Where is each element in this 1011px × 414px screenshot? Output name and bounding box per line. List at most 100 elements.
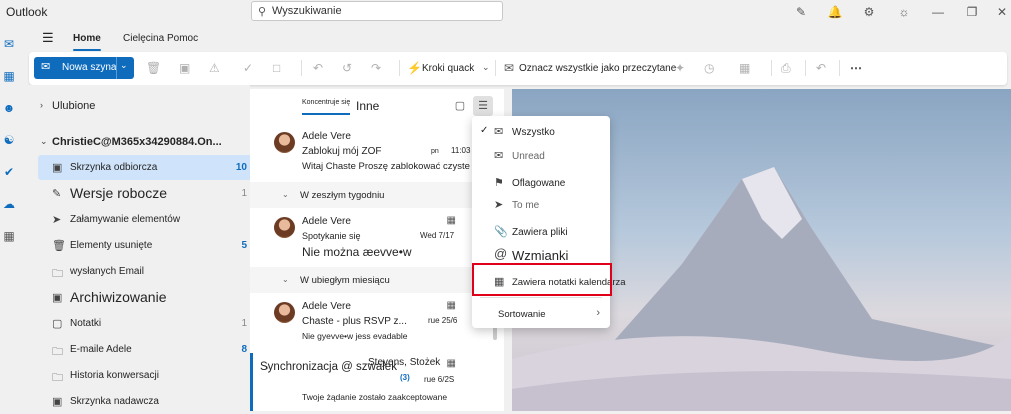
rules-icon[interactable]: ▦	[739, 61, 750, 75]
message-item[interactable]: ▦ Adele Vere Chaste - plus RSVP z... rue…	[250, 295, 494, 351]
mail-app-icon[interactable]: ✉	[1, 36, 17, 52]
favorites-section[interactable]: › Ulubione	[18, 93, 233, 118]
message-item-selected[interactable]: › Stevens, Stożek Synchronizacja @ szwał…	[250, 353, 494, 409]
favorites-label: Ulubione	[52, 100, 96, 112]
search-icon: ⚲	[258, 6, 267, 18]
ribbon-separator	[495, 60, 496, 76]
folder-count: 1	[241, 318, 247, 329]
menu-divider	[480, 297, 602, 298]
folder-archive[interactable]: ▣ Archiwizowanie	[38, 285, 253, 310]
filter-all[interactable]: ✓ ✉ Wszystko	[472, 120, 610, 144]
filter-icon[interactable]: ☰	[473, 96, 493, 116]
select-icon[interactable]: ▢	[450, 96, 470, 116]
chevron-down-icon[interactable]: ⌄	[482, 62, 490, 73]
new-mail-button[interactable]: ✉ Nowa szyna ⌄	[34, 57, 134, 79]
group-header[interactable]: ⌄ W ubiegłym miesiącu	[250, 267, 494, 293]
sweep-icon[interactable]: ✓	[243, 61, 253, 75]
message-sender: Synchronizacja @ szwałek	[260, 361, 397, 373]
calendar-app-icon[interactable]: ▦	[1, 68, 17, 84]
quick-steps-button[interactable]: Kroki quack	[422, 63, 474, 74]
chevron-down-icon[interactable]: ⌄	[120, 60, 128, 71]
send-icon: ➤	[494, 199, 504, 211]
folder-label: wysłanych Email	[70, 266, 144, 277]
undo-icon[interactable]: ↶	[816, 61, 826, 75]
todo-app-icon[interactable]: ✔	[1, 164, 17, 180]
message-preview: Nie można æevve•w	[302, 245, 412, 259]
folder-drafts[interactable]: ✎ Wersje robocze 1	[38, 181, 253, 206]
mark-all-read-button[interactable]: Oznacz wszystkie jako przeczytane	[519, 63, 676, 74]
delete-icon[interactable]: 🗑	[146, 61, 161, 75]
message-item[interactable]: Adele Vere Zablokuj mój ZOF pn 11:03 PM …	[250, 125, 494, 181]
group-header[interactable]: ⌄ W zeszłym tygodniu	[250, 182, 494, 208]
message-subject: Chaste - plus RSVP z...	[302, 316, 407, 327]
thread-count: (3)	[400, 373, 410, 382]
ribbon-toolbar: ✉ Nowa szyna ⌄ 🗑 ▣ ⚠ ✓ □ ↶ ↺ ↷ ⚡ Kroki q…	[29, 52, 1007, 85]
pin-icon[interactable]: ✦	[675, 61, 685, 75]
tab-home[interactable]: Home	[73, 33, 101, 44]
account-label: ChristieC@M365x34290884.On...	[52, 136, 222, 148]
message-item[interactable]: ▦ Adele Vere Spotykanie się Wed 7/17 Nie…	[250, 210, 494, 266]
archive-icon: ▣	[52, 292, 63, 304]
lightning-icon[interactable]: ⚡	[407, 61, 422, 75]
chevron-down-icon: ⌄	[40, 136, 48, 146]
folder-conversation-history[interactable]: 🗀 Historia konwersacji	[38, 363, 253, 388]
menu-item-label: Oflagowane	[512, 178, 566, 189]
filter-unread[interactable]: ✉ Unread	[472, 144, 610, 168]
folder-adele[interactable]: 🗀 E-maile Adele 8	[38, 337, 253, 362]
close-icon[interactable]: ✕	[993, 3, 1011, 21]
menu-item-label: Wszystko	[512, 127, 555, 138]
tab-view[interactable]: Cielęcina	[123, 33, 164, 44]
paperclip-icon: 📎	[494, 226, 508, 238]
filter-flagged[interactable]: ⚑ Oflagowane	[472, 171, 610, 195]
calendar-icon: ▦	[446, 300, 456, 311]
sort-submenu[interactable]: Sortowanie ›	[472, 302, 610, 326]
folder-sent[interactable]: ➤ Załamywanie elementów	[38, 207, 253, 232]
print-icon[interactable]: ⎙	[781, 61, 791, 76]
teams-app-icon[interactable]: ☯	[1, 132, 17, 148]
compose-icon[interactable]: ✎	[792, 3, 810, 21]
outbox-icon: ▣	[52, 396, 63, 408]
search-input[interactable]: Wyszukiwanie	[272, 5, 342, 17]
report-icon[interactable]: ⚠	[209, 61, 220, 75]
snooze-icon[interactable]: ◷	[704, 61, 714, 75]
folder-deleted[interactable]: 🗑 Elementy usunięte 5	[38, 233, 253, 258]
onedrive-app-icon[interactable]: ☁	[1, 196, 17, 212]
minimize-icon[interactable]: —	[929, 3, 947, 21]
folder-icon: 🗀	[52, 346, 63, 358]
folder-sent-email[interactable]: 🗀 wysłanych Email	[38, 259, 253, 284]
tab-focused[interactable]: Koncentruje się	[302, 99, 350, 106]
filter-to-me[interactable]: ➤ To me	[472, 193, 610, 217]
folder-notes[interactable]: ▢ Notatki 1	[38, 311, 253, 336]
account-section[interactable]: ⌄ ChristieC@M365x34290884.On...	[18, 129, 250, 154]
folder-count: 1	[241, 188, 247, 199]
search-box[interactable]: ⚲ Wyszukiwanie	[251, 1, 503, 21]
tab-home-indicator	[73, 49, 101, 51]
reply-all-icon[interactable]: ↺	[342, 61, 352, 75]
apps-icon[interactable]: ▦	[1, 228, 17, 244]
message-subject: Spotykanie się	[302, 231, 361, 241]
folder-outbox[interactable]: ▣ Skrzynka nadawcza	[38, 389, 253, 414]
hamburger-icon[interactable]: ☰	[42, 30, 54, 46]
folder-label: Notatki	[70, 318, 102, 329]
gear-icon[interactable]: ⚙	[860, 3, 878, 21]
send-icon: ➤	[52, 214, 62, 226]
tab-help[interactable]: Pomoc	[167, 33, 198, 44]
bell-icon[interactable]: 🔔	[826, 3, 844, 21]
chevron-right-icon: ›	[40, 100, 43, 110]
folder-inbox[interactable]: ▣ Skrzynka odbiorcza 10	[38, 155, 253, 180]
move-icon[interactable]: □	[273, 61, 280, 75]
restore-icon[interactable]: ❐	[963, 3, 981, 21]
folder-icon: 🗀	[52, 268, 63, 280]
flag-icon: ⚑	[494, 177, 504, 189]
people-app-icon[interactable]: ☻	[1, 100, 17, 116]
filter-menu: ✓ ✉ Wszystko ✉ Unread ⚑ Oflagowane ➤ To …	[472, 116, 626, 328]
filter-attachments[interactable]: 📎 Zawiera pliki	[472, 220, 610, 244]
reply-icon[interactable]: ↶	[313, 61, 323, 75]
more-options-icon[interactable]: ⋯	[850, 61, 862, 75]
forward-icon[interactable]: ↷	[371, 61, 381, 75]
note-icon: ▢	[52, 318, 63, 330]
lightbulb-icon[interactable]: ☼	[895, 3, 913, 21]
ribbon-separator	[839, 60, 840, 76]
archive-icon[interactable]: ▣	[179, 61, 190, 75]
tab-other[interactable]: Inne	[356, 99, 379, 113]
